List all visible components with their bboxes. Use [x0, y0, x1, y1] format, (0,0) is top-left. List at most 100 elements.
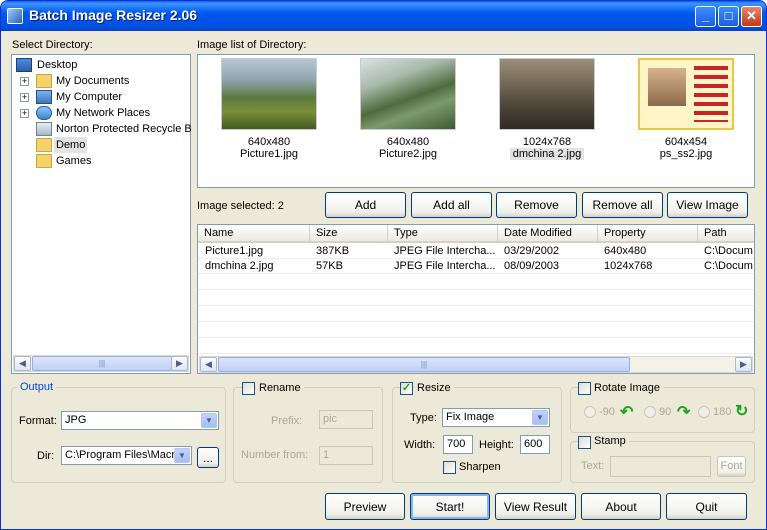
cell-type: JPEG File Intercha...	[394, 245, 496, 257]
column-header-size[interactable]: Size	[310, 225, 388, 243]
scroll-right-icon[interactable]: ▶	[735, 357, 752, 372]
sharpen-checkbox[interactable]	[443, 461, 456, 474]
rotate-180-radio[interactable]	[698, 406, 710, 418]
thumbnail-size: 640x480	[386, 136, 430, 148]
select-directory-label: Select Directory:	[12, 39, 93, 51]
cell-size: 387KB	[316, 245, 350, 257]
resize-checkbox[interactable]: ✓	[400, 382, 413, 395]
about-button[interactable]: About	[581, 493, 661, 520]
chevron-down-icon[interactable]: ▼	[201, 413, 217, 428]
resize-type-value: Fix Image	[446, 411, 495, 423]
app-icon	[7, 8, 23, 24]
format-label: Format:	[19, 415, 57, 427]
thumbnail-dmchina2[interactable]: 1024x768 dmchina 2.jpg	[498, 58, 596, 160]
prefix-input[interactable]: pic	[319, 410, 373, 429]
tree-item-demo[interactable]: Demo	[54, 137, 88, 153]
scroll-thumb[interactable]: |||	[32, 356, 172, 371]
rotate-90-label: 90	[659, 406, 672, 418]
expand-icon[interactable]: +	[20, 93, 29, 102]
maximize-button[interactable]: □	[718, 6, 739, 27]
thumbnail-name: ps_ss2.jpg	[659, 148, 713, 160]
remove-all-button[interactable]: Remove all	[582, 192, 663, 218]
scroll-left-icon[interactable]: ◀	[200, 357, 217, 372]
column-header-name[interactable]: Name	[198, 225, 310, 243]
preview-button[interactable]: Preview	[325, 493, 405, 520]
thumbnail-picture1[interactable]: 640x480 Picture1.jpg	[220, 58, 318, 160]
scroll-left-icon[interactable]: ◀	[14, 356, 31, 371]
start-button[interactable]: Start!	[410, 493, 490, 520]
close-button[interactable]: ✕	[741, 6, 762, 27]
thumbnail-size: 1024x768	[522, 136, 572, 148]
thumbnail-image	[638, 58, 734, 130]
expand-icon[interactable]: +	[20, 109, 29, 118]
tree-item-norton-recycle-bin[interactable]: Norton Protected Recycle B	[56, 121, 192, 137]
minimize-button[interactable]: _	[695, 6, 716, 27]
dir-select[interactable]: C:\Program Files\Macr ▼	[61, 446, 192, 465]
width-input[interactable]: 700	[443, 435, 473, 454]
rotate-90-radio[interactable]	[644, 406, 656, 418]
cell-date: 03/29/2002	[504, 245, 560, 257]
stamp-checkbox[interactable]	[578, 436, 591, 449]
add-all-button[interactable]: Add all	[411, 192, 492, 218]
remove-button[interactable]: Remove	[496, 192, 577, 218]
rename-checkbox[interactable]	[242, 382, 255, 395]
height-input[interactable]: 600	[520, 435, 550, 454]
view-result-button[interactable]: View Result	[495, 493, 576, 520]
dir-label: Dir:	[37, 450, 55, 462]
computer-icon	[36, 90, 52, 104]
thumbnail-panel[interactable]: 640x480 Picture1.jpg 640x480 Picture2.jp…	[197, 54, 755, 188]
tree-item-my-computer[interactable]: My Computer	[56, 89, 122, 105]
recycle-bin-icon	[36, 122, 52, 136]
column-header-path[interactable]: Path	[698, 225, 754, 243]
rotate-label: Rotate Image	[591, 382, 664, 394]
rotate-checkbox[interactable]	[578, 382, 591, 395]
tree-item-my-network-places[interactable]: My Network Places	[56, 105, 150, 121]
window-title: Batch Image Resizer 2.06	[29, 7, 198, 23]
tree-item-desktop[interactable]: Desktop	[37, 57, 77, 73]
stamp-label: Stamp	[591, 435, 629, 447]
rotate-minus90-label: -90	[599, 406, 615, 418]
column-header-date-modified[interactable]: Date Modified	[498, 225, 598, 243]
rotate-minus90-radio[interactable]	[584, 406, 596, 418]
thumbnail-image	[360, 58, 456, 130]
thumbnail-size: 604x454	[664, 136, 708, 148]
browse-dir-button[interactable]: ...	[197, 447, 219, 468]
thumbnail-picture2[interactable]: 640x480 Picture2.jpg	[359, 58, 457, 160]
chevron-down-icon[interactable]: ▼	[174, 448, 190, 463]
column-header-property[interactable]: Property	[598, 225, 698, 243]
dir-select-value: C:\Program Files\Macr	[65, 449, 176, 461]
thumbnail-image	[221, 58, 317, 130]
title-bar[interactable]: Batch Image Resizer 2.06 _ □ ✕	[1, 1, 766, 31]
resize-type-select[interactable]: Fix Image ▼	[442, 408, 550, 427]
folder-icon	[36, 138, 52, 152]
cell-date: 08/09/2003	[504, 260, 560, 272]
column-header-type[interactable]: Type	[388, 225, 498, 243]
quit-button[interactable]: Quit	[666, 493, 747, 520]
tree-horizontal-scrollbar[interactable]: ◀ ||| ▶	[13, 355, 189, 372]
file-table[interactable]: Name Size Type Date Modified Property Pa…	[197, 224, 755, 374]
scroll-right-icon[interactable]: ▶	[171, 356, 188, 371]
cell-name: Picture1.jpg	[205, 245, 264, 257]
font-button[interactable]: Font	[717, 456, 746, 477]
scroll-thumb[interactable]: |||	[218, 357, 630, 372]
chevron-down-icon[interactable]: ▼	[532, 410, 548, 425]
number-from-input[interactable]: 1	[319, 446, 373, 465]
tree-item-my-documents[interactable]: My Documents	[56, 73, 129, 89]
cell-property: 1024x768	[604, 260, 653, 272]
rename-group	[233, 387, 383, 483]
table-horizontal-scrollbar[interactable]: ◀ ||| ▶	[199, 356, 753, 373]
thumbnail-ps-ss2[interactable]: 604x454 ps_ss2.jpg	[637, 58, 735, 160]
add-button[interactable]: Add	[325, 192, 406, 218]
tree-item-games[interactable]: Games	[56, 153, 91, 169]
thumbnail-name: Picture1.jpg	[239, 148, 299, 160]
directory-tree[interactable]: Desktop + My Documents + My Computer + M…	[11, 54, 192, 374]
view-image-button[interactable]: View Image	[667, 192, 748, 218]
table-row[interactable]: dmchina 2.jpg 57KB JPEG File Intercha...…	[198, 259, 754, 274]
thumbnail-name: dmchina 2.jpg	[510, 148, 584, 160]
app-window: Batch Image Resizer 2.06 _ □ ✕ Select Di…	[0, 0, 767, 530]
format-select[interactable]: JPG ▼	[61, 411, 219, 430]
table-row[interactable]: Picture1.jpg 387KB JPEG File Intercha...…	[198, 244, 754, 259]
expand-icon[interactable]: +	[20, 77, 29, 86]
format-select-value: JPG	[65, 414, 87, 426]
stamp-text-input[interactable]	[610, 456, 711, 477]
